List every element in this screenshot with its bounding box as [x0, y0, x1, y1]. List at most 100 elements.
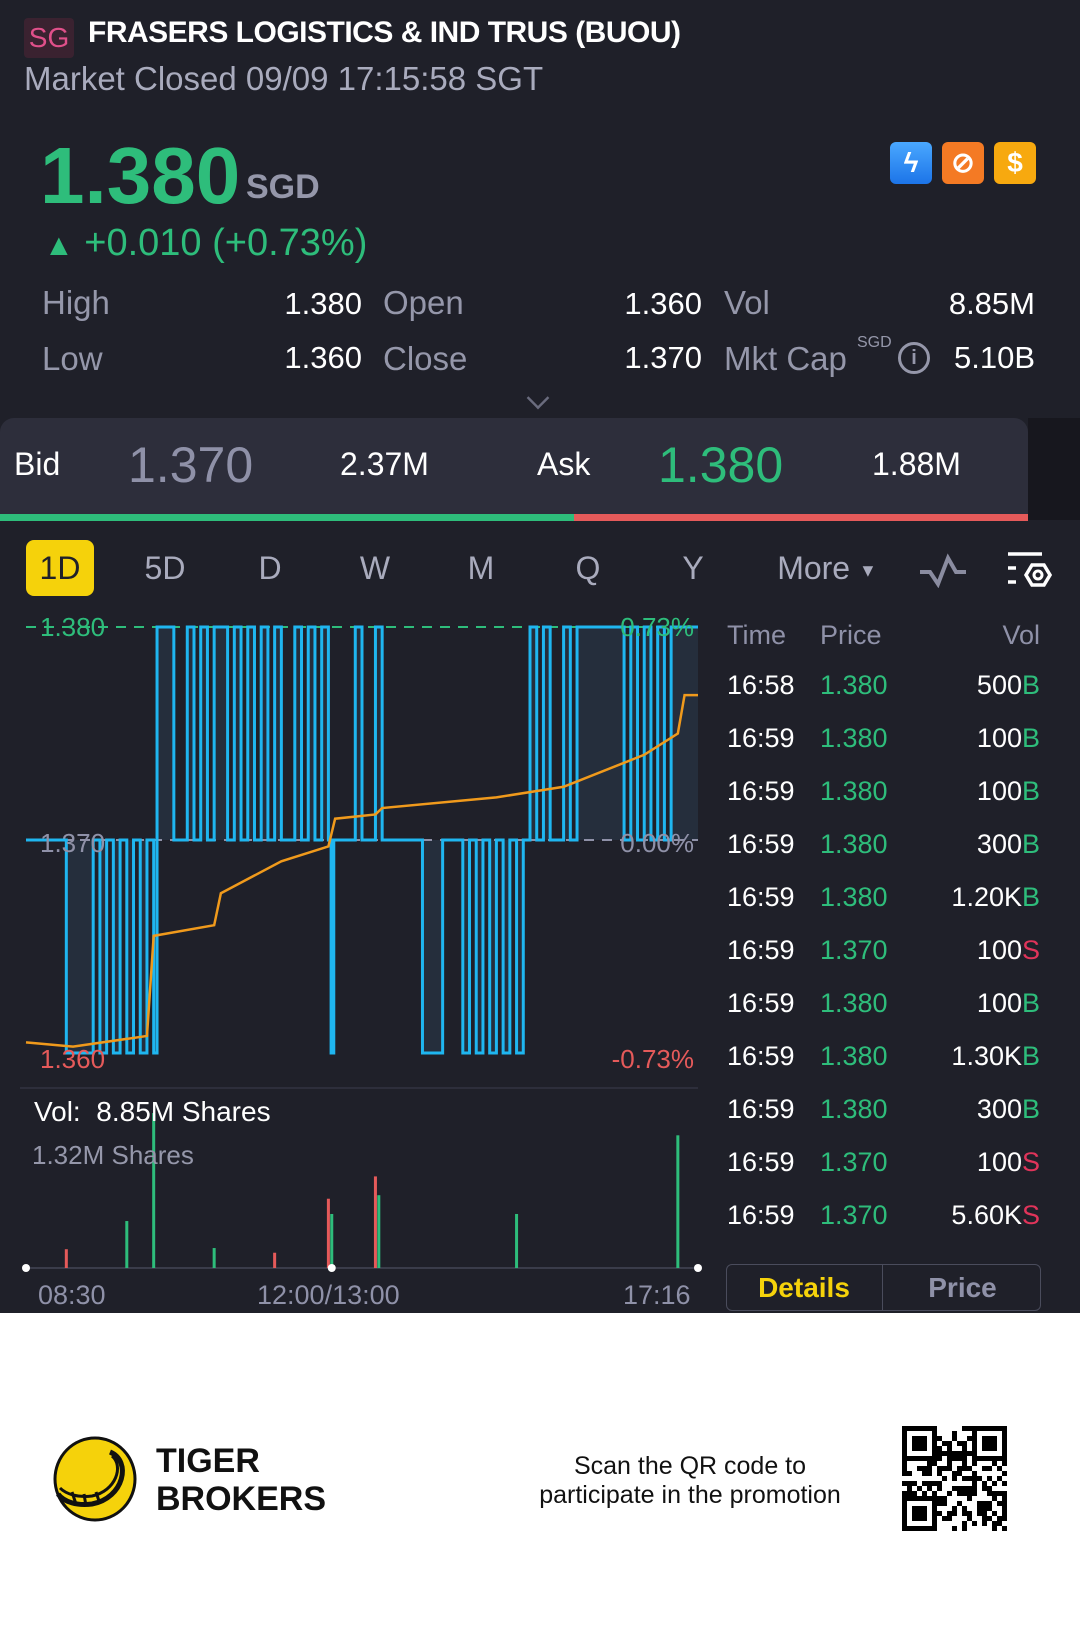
- qr-module: [1002, 1451, 1007, 1456]
- brand-name: TIGER BROKERS: [156, 1442, 326, 1518]
- qr-module: [972, 1471, 977, 1476]
- trade-time: 16:59: [727, 882, 795, 912]
- qr-module: [922, 1511, 927, 1516]
- tab-1d[interactable]: 1D: [26, 540, 94, 596]
- qr-module: [947, 1461, 952, 1466]
- qr-module: [962, 1491, 967, 1496]
- price-button[interactable]: Price: [884, 1265, 1041, 1310]
- indicator-icon[interactable]: [918, 552, 970, 588]
- tiger-brokers-logo: [53, 1436, 137, 1522]
- qr-module: [932, 1461, 937, 1466]
- qr-module: [967, 1486, 972, 1491]
- trade-volume-value: 100: [976, 988, 1022, 1018]
- qr-module: [907, 1481, 912, 1486]
- qr-module: [992, 1436, 997, 1441]
- qr-module: [932, 1456, 937, 1461]
- qr-module: [907, 1526, 912, 1531]
- close-value: 1.370: [624, 340, 702, 375]
- qr-module: [912, 1506, 917, 1511]
- qr-module: [902, 1456, 907, 1461]
- lightning-level1-icon[interactable]: ϟ: [890, 142, 932, 184]
- bid-size: 2.37M: [340, 446, 429, 482]
- trade-volume-value: 5.60K: [951, 1200, 1022, 1230]
- mktcap-label: Mkt Cap: [724, 340, 847, 377]
- qr-module: [987, 1486, 992, 1491]
- tab-5d[interactable]: 5D: [130, 540, 200, 596]
- tab-more-label: More: [777, 550, 851, 586]
- qr-module: [1002, 1496, 1007, 1501]
- tab-q[interactable]: Q: [563, 540, 613, 596]
- trades-header-time: Time: [727, 620, 786, 650]
- qr-module: [987, 1446, 992, 1451]
- qr-module: [962, 1466, 967, 1471]
- qr-module: [922, 1471, 927, 1476]
- tab-m[interactable]: M: [456, 540, 506, 596]
- qr-module: [962, 1526, 967, 1531]
- session-marker: [22, 1264, 30, 1272]
- open-label: Open: [383, 284, 464, 321]
- qr-module: [997, 1456, 1002, 1461]
- qr-module: [902, 1506, 907, 1511]
- ask-size: 1.88M: [872, 446, 961, 482]
- qr-module: [902, 1516, 907, 1521]
- x-label-open: 08:30: [38, 1280, 106, 1310]
- qr-module: [962, 1506, 967, 1511]
- qr-module: [937, 1511, 942, 1516]
- qr-module: [952, 1456, 957, 1461]
- qr-module: [1002, 1446, 1007, 1451]
- qr-module: [1002, 1456, 1007, 1461]
- qr-module: [972, 1486, 977, 1491]
- qr-module: [912, 1511, 917, 1516]
- qr-module: [972, 1436, 977, 1441]
- trade-volume: 500B: [977, 670, 1040, 701]
- qr-module: [902, 1436, 907, 1441]
- info-icon[interactable]: i: [898, 342, 930, 374]
- qr-module: [932, 1521, 937, 1526]
- tab-w[interactable]: W: [350, 540, 400, 596]
- trade-side: B: [1021, 723, 1040, 753]
- qr-module: [927, 1486, 932, 1491]
- trade-volume: 1.30KB: [951, 1041, 1040, 1072]
- tab-d[interactable]: D: [245, 540, 295, 596]
- intraday-chart[interactable]: [0, 600, 705, 1320]
- qr-module: [912, 1491, 917, 1496]
- qr-module: [927, 1426, 932, 1431]
- qr-module: [902, 1511, 907, 1516]
- pct-label-top: 0.73%: [620, 612, 694, 642]
- qr-module: [987, 1501, 992, 1506]
- expand-chevron-icon[interactable]: [526, 386, 550, 410]
- qr-module: [912, 1526, 917, 1531]
- trade-volume: 5.60KS: [951, 1200, 1040, 1231]
- qr-module: [947, 1516, 952, 1521]
- stock-title: FRASERS LOGISTICS & IND TRUS (BUOU): [88, 16, 681, 49]
- qr-module: [977, 1476, 982, 1481]
- trade-price: 1.380: [820, 1041, 888, 1071]
- qr-module: [987, 1436, 992, 1441]
- trade-time: 16:59: [727, 988, 795, 1018]
- qr-module: [902, 1501, 907, 1506]
- dollar-icon[interactable]: $: [994, 142, 1036, 184]
- tab-more[interactable]: More ▼: [772, 540, 882, 596]
- volume-max-label: 1.32M Shares: [32, 1140, 194, 1170]
- qr-module: [922, 1426, 927, 1431]
- qr-module: [997, 1516, 1002, 1521]
- no-short-icon[interactable]: ⊘: [942, 142, 984, 184]
- chart-settings-icon[interactable]: [1006, 550, 1052, 592]
- qr-module: [907, 1496, 912, 1501]
- tab-y[interactable]: Y: [668, 540, 718, 596]
- qr-module: [902, 1471, 907, 1476]
- qr-module: [962, 1476, 967, 1481]
- qr-module: [927, 1481, 932, 1486]
- volume-bar: [212, 1248, 216, 1268]
- trade-volume-value: 500: [976, 670, 1022, 700]
- qr-module: [922, 1456, 927, 1461]
- qr-module: [967, 1496, 972, 1501]
- qr-module: [932, 1506, 937, 1511]
- qr-module: [962, 1451, 967, 1456]
- details-button[interactable]: Details: [726, 1265, 883, 1310]
- market-status: Market Closed 09/09 17:15:58 SGT: [24, 60, 544, 97]
- qr-module: [992, 1426, 997, 1431]
- qr-module: [937, 1466, 942, 1471]
- trade-price: 1.370: [820, 1147, 888, 1177]
- qr-code[interactable]: [902, 1426, 1008, 1532]
